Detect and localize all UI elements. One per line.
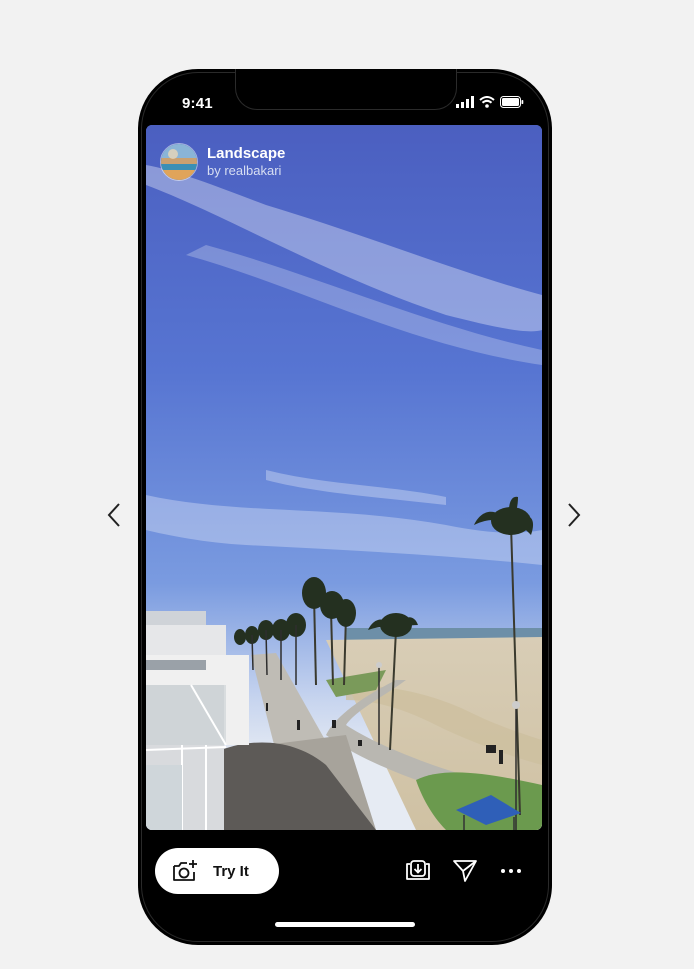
effect-info: Landscape by realbakari bbox=[207, 145, 285, 179]
effect-avatar[interactable] bbox=[160, 143, 198, 181]
chevron-left-icon bbox=[107, 503, 120, 527]
landscape-avatar-icon bbox=[161, 144, 197, 180]
try-it-button[interactable]: Try It bbox=[155, 848, 279, 894]
share-button[interactable] bbox=[451, 857, 479, 885]
phone-frame: 9:41 Landscape by realbakari Try It bbox=[138, 69, 552, 945]
status-time: 9:41 bbox=[182, 95, 213, 112]
previous-story-button[interactable] bbox=[107, 502, 121, 528]
beach-scene-image bbox=[146, 125, 542, 830]
cellular-signal-icon bbox=[456, 96, 474, 108]
more-horizontal-icon bbox=[501, 869, 521, 873]
effect-author[interactable]: by realbakari bbox=[207, 163, 285, 179]
battery-icon bbox=[500, 96, 524, 108]
save-button[interactable] bbox=[404, 857, 432, 885]
save-download-icon bbox=[406, 860, 430, 880]
phone-notch bbox=[235, 69, 457, 110]
camera-plus-icon bbox=[173, 860, 197, 881]
chevron-right-icon bbox=[568, 503, 581, 527]
story-header: Landscape by realbakari bbox=[160, 143, 285, 181]
status-icons bbox=[456, 96, 524, 108]
story-preview[interactable]: Landscape by realbakari bbox=[146, 125, 542, 830]
more-options-button[interactable] bbox=[497, 857, 525, 885]
wifi-icon bbox=[479, 96, 495, 108]
try-it-label: Try It bbox=[213, 862, 249, 880]
send-icon bbox=[453, 860, 477, 882]
next-story-button[interactable] bbox=[567, 502, 581, 528]
story-actions-bar: Try It bbox=[155, 848, 535, 896]
home-indicator[interactable] bbox=[275, 922, 415, 927]
effect-title[interactable]: Landscape bbox=[207, 145, 285, 163]
